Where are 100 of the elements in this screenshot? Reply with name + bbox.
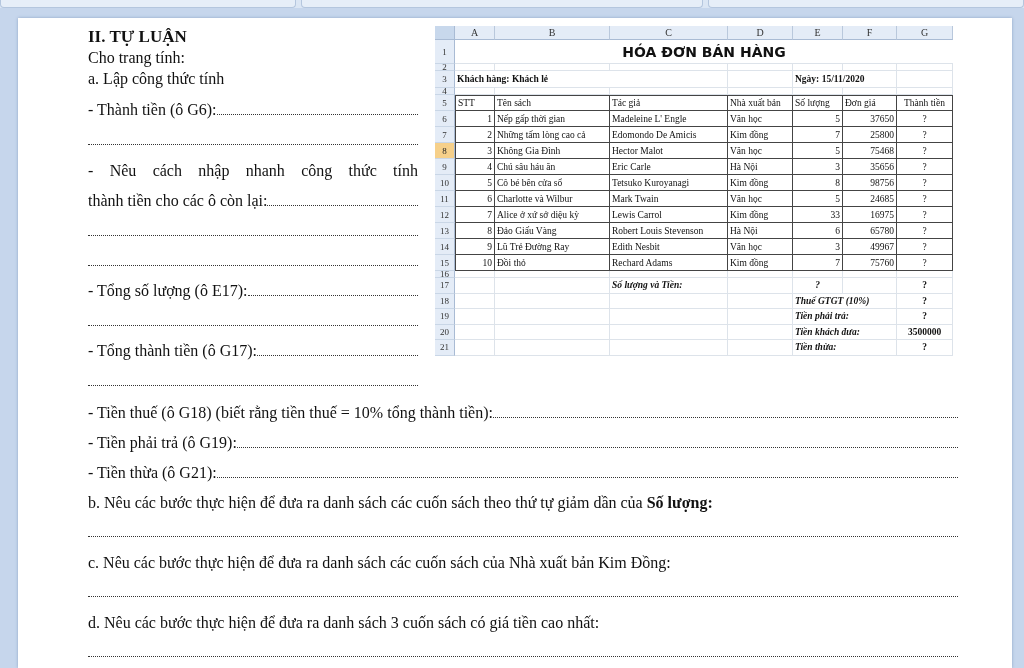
row-header: 19 <box>435 309 455 325</box>
table-cell: 35656 <box>870 161 894 172</box>
table-cell: Văn học <box>730 113 762 124</box>
table-cell: Charlotte và Wilbur <box>497 193 573 204</box>
table-cell: 2 <box>487 129 492 140</box>
summary-label: Số lượng và Tiền: <box>612 280 683 291</box>
table-cell: 5 <box>487 177 492 188</box>
table-cell: Mark Twain <box>612 193 659 204</box>
question-text: - Nêu cách nhập nhanh công thức tính <box>88 161 418 182</box>
table-cell: 33 <box>830 209 840 220</box>
table-cell: ? <box>922 113 927 124</box>
summary-value: ? <box>922 311 927 322</box>
row-header: 14 <box>435 239 455 255</box>
date-label: Ngày: 15/11/2020 <box>795 74 865 84</box>
select-all-corner <box>435 26 455 40</box>
table-cell: Eric Carle <box>612 161 651 172</box>
table-cell: Robert Louis Stevenson <box>612 225 704 236</box>
question-text: d. Nêu các bước thực hiện để đưa ra danh sách 3 cuốn sách có giá tiền cao nhất: <box>88 613 600 634</box>
table-cell: ? <box>922 129 927 140</box>
column-header: B <box>495 26 610 40</box>
table-cell: Hà Nội <box>730 225 758 236</box>
row-header: 17 <box>435 278 455 294</box>
table-cell: ? <box>922 177 927 188</box>
question-text: - Tiền thừa (ô G21): <box>88 463 217 484</box>
table-cell: 6 <box>487 193 492 204</box>
table-cell: 7 <box>835 257 840 268</box>
row-header: 12 <box>435 207 455 223</box>
table-cell: Văn học <box>730 193 762 204</box>
column-heading: Tên sách <box>497 98 532 108</box>
question-text: - Tổng số lượng (ô E17): <box>88 281 248 302</box>
table-cell: ? <box>922 161 927 172</box>
row-header: 8 <box>435 143 455 159</box>
summary-label: Tiền khách đưa: <box>795 326 860 337</box>
table-cell: 1 <box>487 113 492 124</box>
table-cell: Edomondo De Amicis <box>612 129 697 140</box>
question-text: b. Nêu các bước thực hiện để đưa ra danh sách các cuốn sách theo thứ tự giảm dần của Số lượng: <box>88 493 713 514</box>
table-cell: Hector Malot <box>612 145 663 156</box>
question-text: - Thành tiền (ô G6): <box>88 100 217 121</box>
table-cell: 98756 <box>870 177 894 188</box>
row-header: 9 <box>435 159 455 175</box>
row-header: 6 <box>435 111 455 127</box>
row-header: 5 <box>435 95 455 111</box>
table-cell: Không Gia Đình <box>497 145 561 156</box>
row-header: 15 <box>435 255 455 271</box>
column-heading: Tác giả <box>612 98 641 108</box>
table-cell: Đồi thỏ <box>497 257 526 268</box>
column-header: D <box>728 26 793 40</box>
table-cell: 75468 <box>870 145 894 156</box>
table-cell: Lewis Carrol <box>612 209 662 220</box>
table-cell: Rechard Adams <box>612 257 673 268</box>
row-header: 7 <box>435 127 455 143</box>
column-header: A <box>455 26 495 40</box>
table-cell: 3 <box>835 241 840 252</box>
table-cell: 5 <box>835 113 840 124</box>
table-cell: Hà Nội <box>730 161 758 172</box>
table-cell: 65780 <box>870 225 894 236</box>
summary-value: ? <box>922 280 927 291</box>
table-cell: 6 <box>835 225 840 236</box>
table-cell: Tetsuko Kuroyanagi <box>612 177 690 188</box>
question-text: a. Lập công thức tính <box>88 69 226 89</box>
summary-label: Tiền thừa: <box>795 342 837 353</box>
question-text: c. Nêu các bước thực hiện để đưa ra danh sách các cuốn sách của Nhà xuất bản Kim Đồng: <box>88 553 671 574</box>
summary-label: Thuế GTGT (10%) <box>795 295 870 306</box>
table-cell: 7 <box>487 209 492 220</box>
table-cell: ? <box>922 257 927 268</box>
table-cell: 7 <box>835 129 840 140</box>
table-cell: Edith Nesbit <box>612 241 660 252</box>
table-cell: 3 <box>487 145 492 156</box>
table-cell: 24685 <box>870 193 894 204</box>
table-cell: 4 <box>487 161 492 172</box>
table-cell: 37650 <box>870 113 894 124</box>
table-cell: ? <box>922 193 927 204</box>
column-heading: Nhà xuất bản <box>730 98 781 108</box>
customer-label: Khách hàng: Khách lẻ <box>457 74 549 84</box>
summary-value: 3500000 <box>907 326 942 337</box>
sheet-title: HÓA ĐƠN BÁN HÀNG <box>455 40 953 64</box>
table-cell: 75760 <box>870 257 894 268</box>
column-header: E <box>793 26 843 40</box>
column-heading: Đơn giá <box>845 98 876 108</box>
table-cell: Kim đồng <box>730 257 769 268</box>
question-text: - Tiền thuế (ô G18) (biết rằng tiền thuế = 10% tổng thành tiền): <box>88 403 493 424</box>
summary-value: ? <box>922 295 927 306</box>
table-cell: Cô bé bên cửa sổ <box>497 177 563 188</box>
table-cell: 8 <box>835 177 840 188</box>
table-cell: 10 <box>482 257 492 268</box>
table-cell: Văn học <box>730 145 762 156</box>
row-header: 21 <box>435 340 455 356</box>
table-cell: ? <box>922 209 927 220</box>
table-cell: Văn học <box>730 241 762 252</box>
table-cell: Lũ Trẻ Đường Ray <box>497 241 570 252</box>
table-cell: 8 <box>487 225 492 236</box>
question-text: - Tổng thành tiền (ô G17): <box>88 341 257 362</box>
summary-label: Tiền phải trả: <box>795 311 849 322</box>
table-cell: 5 <box>835 145 840 156</box>
column-header: G <box>897 26 953 40</box>
summary-value: ? <box>815 280 820 291</box>
row-header: 11 <box>435 191 455 207</box>
table-cell: 25800 <box>870 129 894 140</box>
table-cell: 5 <box>835 193 840 204</box>
section-heading: II. TỰ LUẬN <box>88 26 188 47</box>
